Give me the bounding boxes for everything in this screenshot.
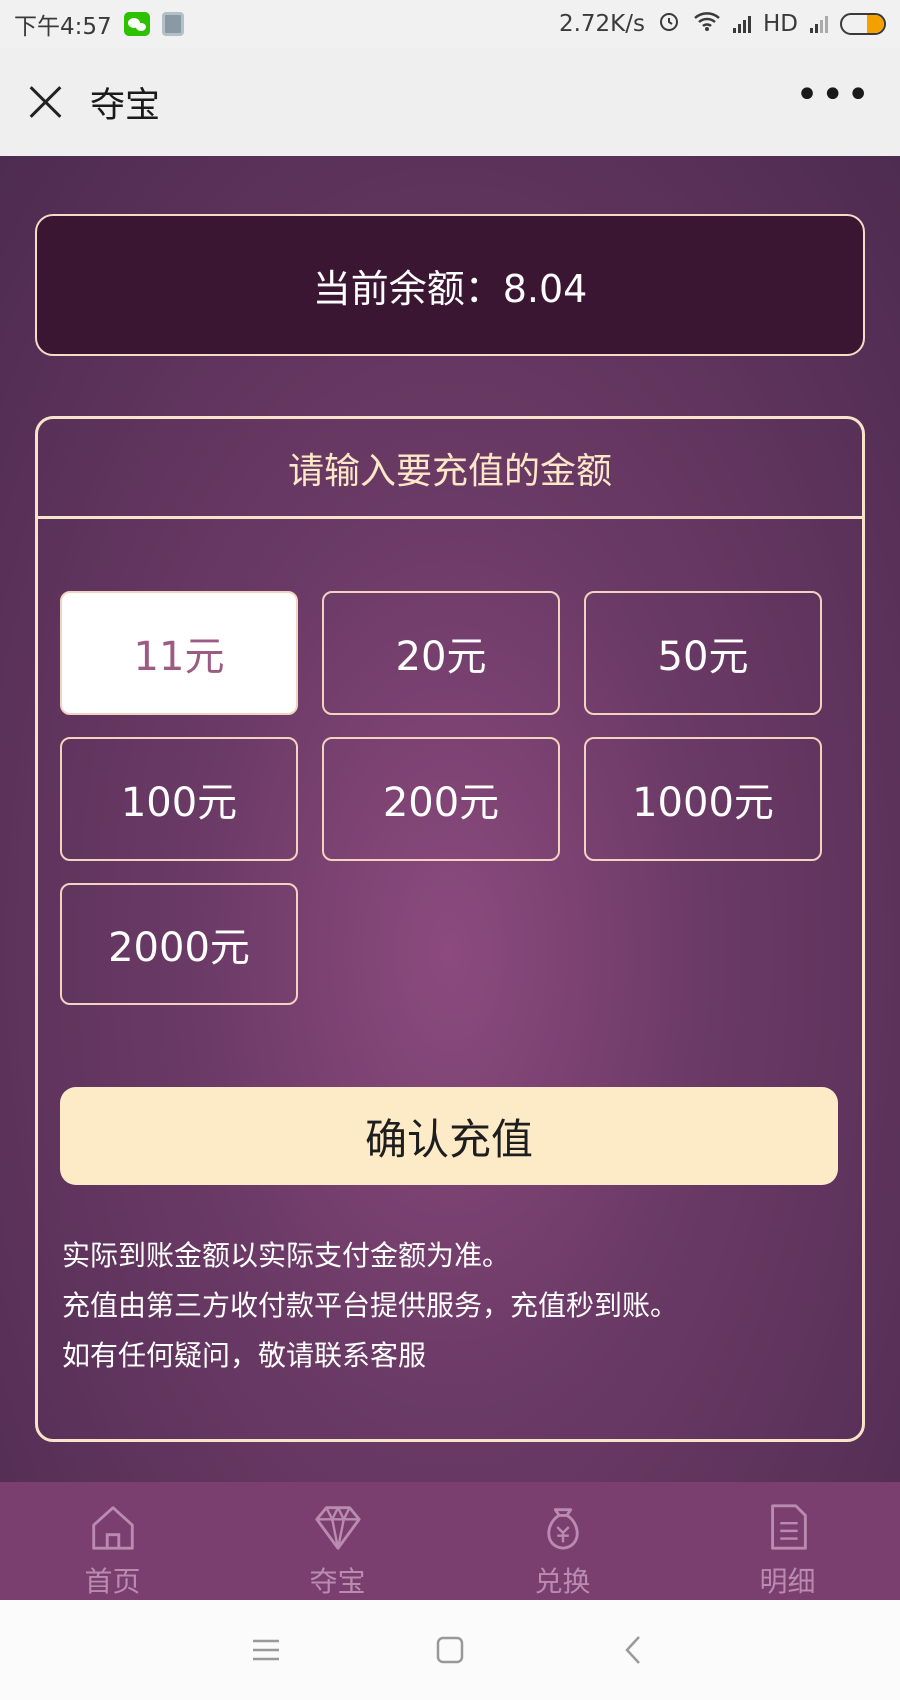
page-title: 夺宝 bbox=[90, 85, 161, 126]
wechat-icon bbox=[123, 12, 150, 36]
more-options-button[interactable]: ••• bbox=[795, 75, 872, 129]
status-bar: 下午4:57 2.72K/s HD bbox=[0, 0, 900, 48]
signal-icon-2 bbox=[810, 15, 828, 33]
note-line: 实际到账金额以实际支付金额为准。 bbox=[62, 1239, 511, 1272]
amount-option-100[interactable]: 100元 bbox=[60, 737, 298, 861]
amount-option-200[interactable]: 200元 bbox=[322, 737, 560, 861]
nav-label: 明细 bbox=[759, 1565, 816, 1598]
system-nav-bar bbox=[0, 1600, 900, 1700]
recharge-panel: 请输入要充值的金额 11元 20元 50元 100元 200元 1000元 20… bbox=[35, 416, 865, 1442]
balance-label: 当前余额：8.04 bbox=[312, 266, 588, 311]
recharge-header-text: 请输入要充值的金额 bbox=[287, 450, 612, 492]
balance-display: 当前余额：8.04 bbox=[35, 214, 865, 356]
wifi-icon bbox=[693, 10, 721, 38]
note-line: 充值由第三方收付款平台提供服务，充值秒到账。 bbox=[62, 1289, 679, 1322]
alarm-icon bbox=[657, 9, 681, 39]
home-square-icon[interactable] bbox=[433, 1633, 467, 1667]
back-icon[interactable] bbox=[617, 1633, 651, 1667]
nav-item-exchange[interactable]: 兑换 bbox=[450, 1482, 675, 1600]
nav-item-treasure[interactable]: 夺宝 bbox=[225, 1482, 450, 1600]
amount-option-20[interactable]: 20元 bbox=[322, 591, 560, 715]
amount-option-50[interactable]: 50元 bbox=[584, 591, 822, 715]
signal-icon bbox=[732, 15, 751, 33]
title-bar: 夺宝 ••• bbox=[0, 48, 900, 156]
amount-option-11[interactable]: 11元 bbox=[60, 591, 298, 715]
amount-option-1000[interactable]: 1000元 bbox=[584, 737, 822, 861]
main-content: 当前余额：8.04 请输入要充值的金额 11元 20元 50元 100元 200… bbox=[0, 156, 900, 1482]
nav-label: 兑换 bbox=[534, 1565, 591, 1598]
status-time: 下午4:57 bbox=[14, 14, 112, 40]
recharge-notes: 实际到账金额以实际支付金额为准。 充值由第三方收付款平台提供服务，充值秒到账。 … bbox=[62, 1231, 678, 1381]
nav-item-details[interactable]: 明细 bbox=[675, 1482, 900, 1600]
bottom-nav: 首页 夺宝 兑换 明细 bbox=[0, 1482, 900, 1600]
nav-item-home[interactable]: 首页 bbox=[0, 1482, 225, 1600]
close-icon[interactable] bbox=[28, 84, 64, 120]
document-icon bbox=[770, 1504, 807, 1550]
home-icon bbox=[91, 1506, 134, 1550]
network-type: HD bbox=[762, 11, 798, 37]
money-bag-icon bbox=[546, 1508, 579, 1550]
note-line: 如有任何疑问，敬请联系客服 bbox=[62, 1339, 427, 1372]
diamond-icon bbox=[314, 1506, 361, 1550]
amount-options: 11元 20元 50元 100元 200元 1000元 2000元 bbox=[60, 591, 850, 1005]
network-speed: 2.72K/s bbox=[558, 11, 645, 37]
amount-option-2000[interactable]: 2000元 bbox=[60, 883, 298, 1005]
notes-icon bbox=[161, 12, 184, 36]
recharge-panel-header: 请输入要充值的金额 bbox=[38, 419, 862, 519]
nav-label: 夺宝 bbox=[309, 1565, 366, 1598]
menu-icon[interactable] bbox=[249, 1633, 283, 1667]
battery-icon bbox=[840, 13, 886, 35]
confirm-recharge-button[interactable]: 确认充值 bbox=[60, 1087, 838, 1185]
nav-label: 首页 bbox=[84, 1565, 141, 1598]
